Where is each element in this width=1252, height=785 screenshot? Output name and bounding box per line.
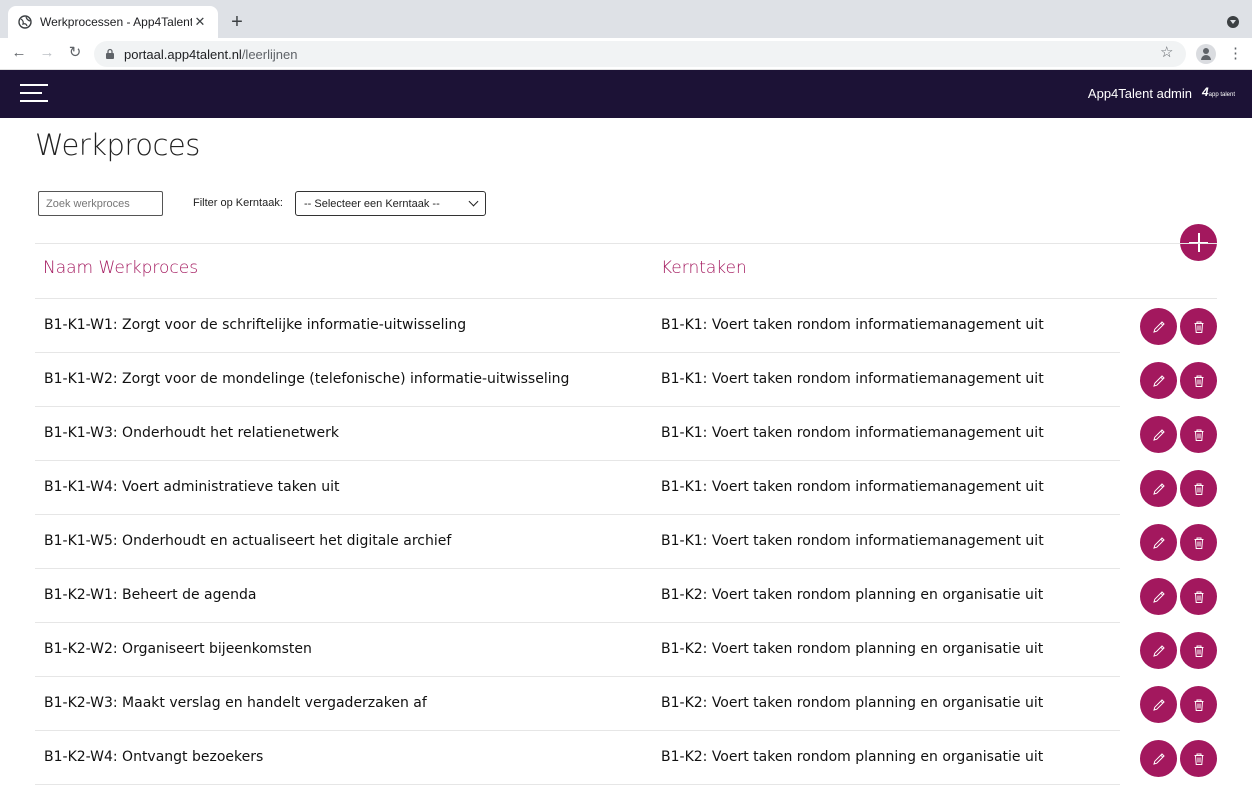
table-row: B1-K2-W1: Beheert de agenda B1-K2: Voert… (35, 569, 1217, 623)
pencil-icon (1152, 428, 1165, 441)
filter-selected-value: -- Selecteer een Kerntaak -- (304, 197, 440, 210)
table-row: B1-K2-W2: Organiseert bijeenkomsten B1-K… (35, 623, 1217, 677)
url-path: /leerlijnen (241, 46, 298, 62)
werkproces-name: B1-K1-W1: Zorgt voor de schriftelijke in… (44, 317, 467, 333)
table-row: B1-K2-W3: Maakt verslag en handelt verga… (35, 677, 1217, 731)
search-input[interactable] (38, 191, 163, 216)
kerntaak-name: B1-K2: Voert taken rondom planning en or… (661, 641, 1044, 657)
delete-button[interactable] (1180, 470, 1217, 507)
tab-title: Werkprocessen - App4Talent (40, 15, 192, 29)
table-row: B1-K1-W1: Zorgt voor de schriftelijke in… (35, 299, 1217, 353)
trash-icon (1194, 699, 1203, 711)
trash-icon (1194, 591, 1203, 603)
edit-button[interactable] (1140, 308, 1177, 345)
column-header-naam[interactable]: Naam Werkproces (43, 258, 198, 278)
pencil-icon (1152, 698, 1165, 711)
pencil-icon (1152, 536, 1165, 549)
column-header-kerntaken[interactable]: Kerntaken (661, 258, 747, 278)
admin-user-name[interactable]: App4Talent admin (1088, 86, 1192, 101)
delete-button[interactable] (1180, 524, 1217, 561)
kerntaak-name: B1-K1: Voert taken rondom informatiemana… (661, 425, 1044, 441)
globe-icon (18, 15, 32, 29)
pencil-icon (1152, 644, 1165, 657)
werkproces-name: B1-K2-W1: Beheert de agenda (44, 587, 257, 603)
werkproces-name: B1-K2-W4: Ontvangt bezoekers (44, 749, 264, 765)
edit-button[interactable] (1140, 740, 1177, 777)
trash-icon (1194, 375, 1203, 387)
browser-tabbar: Werkprocessen - App4Talent ✕ + (0, 0, 1252, 38)
new-tab-icon[interactable]: + (226, 10, 248, 34)
trash-icon (1194, 429, 1203, 441)
table-row: B1-K1-W2: Zorgt voor de mondelinge (tele… (35, 353, 1217, 407)
trash-icon (1194, 645, 1203, 657)
werkproces-name: B1-K1-W5: Onderhoudt en actualiseert het… (44, 533, 452, 549)
edit-button[interactable] (1140, 632, 1177, 669)
kerntaak-name: B1-K1: Voert taken rondom informatiemana… (661, 533, 1044, 549)
lock-icon (106, 48, 114, 59)
delete-button[interactable] (1180, 308, 1217, 345)
trash-icon (1194, 753, 1203, 765)
tab-search-icon[interactable] (1227, 16, 1239, 28)
werkproces-name: B1-K1-W4: Voert administratieve taken ui… (44, 479, 340, 495)
chevron-down-icon (468, 196, 479, 207)
pencil-icon (1152, 482, 1165, 495)
close-icon[interactable]: ✕ (192, 14, 208, 30)
delete-button[interactable] (1180, 632, 1217, 669)
browser-tab[interactable]: Werkprocessen - App4Talent ✕ (8, 6, 218, 38)
edit-button[interactable] (1140, 362, 1177, 399)
edit-button[interactable] (1140, 470, 1177, 507)
kerntaak-name: B1-K1: Voert taken rondom informatiemana… (661, 479, 1044, 495)
kerntaak-filter-select[interactable]: -- Selecteer een Kerntaak -- (295, 191, 486, 216)
page-title: Werkproces (35, 128, 200, 162)
url-host: portaal.app4talent.nl (124, 46, 242, 62)
werkproces-name: B1-K2-W3: Maakt verslag en handelt verga… (44, 695, 427, 711)
werkproces-name: B1-K1-W2: Zorgt voor de mondelinge (tele… (44, 371, 570, 387)
hamburger-menu-icon[interactable] (20, 84, 48, 104)
edit-button[interactable] (1140, 524, 1177, 561)
app-header: App4Talent admin 4app talent (0, 70, 1252, 118)
app4talent-logo: 4app talent (1201, 85, 1235, 99)
werkproces-name: B1-K1-W3: Onderhoudt het relatienetwerk (44, 425, 339, 441)
browser-toolbar: ← → ↻ portaal.app4talent.nl/leerlijnen ☆… (0, 38, 1252, 70)
kerntaak-name: B1-K2: Voert taken rondom planning en or… (661, 695, 1044, 711)
filter-label: Filter op Kerntaak: (193, 197, 283, 209)
table-row: B1-K1-W4: Voert administratieve taken ui… (35, 461, 1217, 515)
kerntaak-name: B1-K1: Voert taken rondom informatiemana… (661, 371, 1044, 387)
kerntaak-name: B1-K2: Voert taken rondom planning en or… (661, 749, 1044, 765)
trash-icon (1194, 537, 1203, 549)
divider (35, 243, 1217, 244)
delete-button[interactable] (1180, 416, 1217, 453)
werkproces-name: B1-K2-W2: Organiseert bijeenkomsten (44, 641, 312, 657)
pencil-icon (1152, 320, 1165, 333)
table-row: B1-K1-W5: Onderhoudt en actualiseert het… (35, 515, 1217, 569)
account-icon[interactable] (1196, 44, 1216, 64)
edit-button[interactable] (1140, 686, 1177, 723)
bookmark-star-icon[interactable]: ☆ (1160, 43, 1173, 61)
delete-button[interactable] (1180, 362, 1217, 399)
pencil-icon (1152, 752, 1165, 765)
browser-menu-icon[interactable]: ⋮ (1228, 44, 1243, 64)
table-row: B1-K2-W4: Ontvangt bezoekers B1-K2: Voer… (35, 731, 1217, 785)
delete-button[interactable] (1180, 740, 1217, 777)
delete-button[interactable] (1180, 686, 1217, 723)
address-bar[interactable]: portaal.app4talent.nl/leerlijnen (94, 41, 1186, 67)
pencil-icon (1152, 590, 1165, 603)
reload-icon[interactable]: ↻ (64, 42, 86, 64)
trash-icon (1194, 483, 1203, 495)
kerntaak-name: B1-K1: Voert taken rondom informatiemana… (661, 317, 1044, 333)
delete-button[interactable] (1180, 578, 1217, 615)
kerntaak-name: B1-K2: Voert taken rondom planning en or… (661, 587, 1044, 603)
edit-button[interactable] (1140, 416, 1177, 453)
table-row: B1-K1-W3: Onderhoudt het relatienetwerk … (35, 407, 1217, 461)
back-icon[interactable]: ← (8, 42, 30, 64)
trash-icon (1194, 321, 1203, 333)
pencil-icon (1152, 374, 1165, 387)
forward-icon[interactable]: → (36, 42, 58, 64)
edit-button[interactable] (1140, 578, 1177, 615)
